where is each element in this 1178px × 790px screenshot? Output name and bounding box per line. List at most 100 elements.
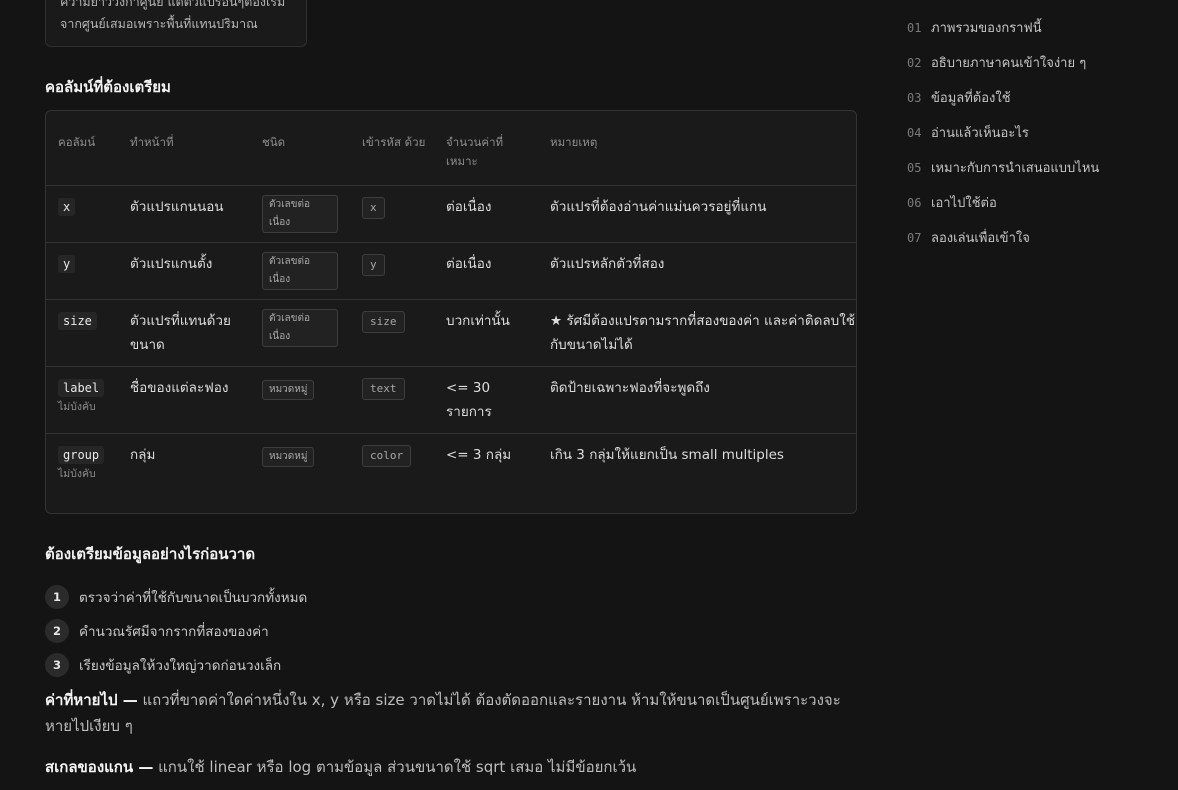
- table-row: group ไม่บังคับ กลุ่ม หมวดหมู่ color <= 3…: [46, 433, 856, 490]
- optional-label: ไม่บังคับ: [58, 467, 96, 480]
- toc-number: 03: [907, 90, 922, 105]
- step-number: 2: [45, 619, 69, 643]
- toc-number: 01: [907, 20, 922, 35]
- column-code: label: [58, 378, 105, 397]
- cell-type: หมวดหมู่: [250, 433, 350, 490]
- cell-encoding: text: [350, 366, 434, 434]
- cell-column: x: [46, 185, 118, 243]
- cell-encoding: x: [350, 185, 434, 243]
- cell-column: size: [46, 299, 118, 367]
- callout-box: ความยาววงกาศูนย์ แต่ตัวแปรอื่นๆต้องเริ่ม…: [45, 0, 307, 47]
- cell-column: label ไม่บังคับ: [46, 366, 118, 434]
- missing-values-text: แถวที่ขาดค่าใดค่าหนึ่งใน x, y หรือ size …: [45, 691, 841, 735]
- step-number: 3: [45, 653, 69, 677]
- prep-section-title: ต้องเตรียมข้อมูลอย่างไรก่อนวาด: [45, 545, 256, 563]
- columns-table: คอลัมน์ ทำหน้าที่ ชนิด เข้ารหัส ด้วย จำน…: [45, 110, 857, 514]
- step-text: เรียงข้อมูลให้วงใหญ่วาดก่อนวงเล็ก: [79, 658, 282, 674]
- cell-type: หมวดหมู่: [250, 366, 350, 434]
- cell-role: ชื่อของแต่ละฟอง: [118, 366, 250, 434]
- toc-item-usecases[interactable]: 05 เหมาะกับการนำเสนอแบบไหน: [907, 150, 1147, 185]
- toc-number: 06: [907, 195, 922, 210]
- cell-type: ตัวเลขต่อเนื่อง: [250, 185, 350, 243]
- toc-label: เอาไปใช้ต่อ: [931, 196, 997, 211]
- header-encoding: เข้ารหัส ด้วย: [350, 111, 434, 186]
- toc-label: ภาพรวมของกราฟนี้: [931, 21, 1042, 36]
- encoding-tag: color: [362, 444, 412, 467]
- missing-values-paragraph: ค่าที่หายไป — แถวที่ขาดค่าใดค่าหนึ่งใน x…: [45, 687, 860, 739]
- toc-number: 04: [907, 125, 922, 140]
- step-number: 1: [45, 585, 69, 609]
- header-role: ทำหน้าที่: [118, 111, 250, 186]
- cell-role: ตัวแปรแกนนอน: [118, 185, 250, 243]
- encoding-tag: x: [362, 196, 385, 219]
- cell-note: เกิน 3 กลุ่มให้แยกเป็น small multiples: [550, 446, 784, 463]
- table-of-contents: 01 ภาพรวมของกราฟนี้ 02 อธิบายภาษาคนเข้าใจง…: [907, 10, 1147, 255]
- header-note: หมายเหตุ: [538, 111, 856, 186]
- header-count: จำนวนค่าที่ เหมาะ: [434, 111, 538, 186]
- table-row: size ตัวแปรที่แทนด้วยขนาด ตัวเลขต่อเนื่อ…: [46, 299, 856, 367]
- cell-role: ตัวแปรแกนตั้ง: [118, 242, 250, 300]
- missing-values-label: ค่าที่หายไป —: [45, 691, 138, 709]
- column-code: y: [58, 254, 76, 273]
- cell-role: กลุ่ม: [130, 446, 156, 463]
- cell-encoding: y: [350, 242, 434, 300]
- cell-note: ★ รัศมีต้องแปรตามรากที่สองของค่า และค่าต…: [538, 299, 856, 367]
- axis-scale-paragraph: สเกลของแกน — แกนใช้ linear หรือ log ตามข…: [45, 754, 860, 780]
- encoding-tag: y: [362, 253, 385, 276]
- type-tag: ตัวเลขต่อเนื่อง: [262, 308, 338, 347]
- header-column: คอลัมน์: [46, 111, 118, 186]
- list-item: 3 เรียงข้อมูลให้วงใหญ่วาดก่อนวงเล็ก: [45, 648, 545, 682]
- cell-encoding: size: [350, 299, 434, 367]
- header-type: ชนิด: [250, 111, 350, 186]
- axis-scale-text: แกนใช้ linear หรือ log ตามข้อมูล ส่วนขนา…: [153, 758, 637, 776]
- toc-item-explain[interactable]: 02 อธิบายภาษาคนเข้าใจง่าย ๆ: [907, 45, 1147, 80]
- toc-item-data[interactable]: 03 ข้อมูลที่ต้องใช้: [907, 80, 1147, 115]
- type-tag: ตัวเลขต่อเนื่อง: [262, 251, 338, 290]
- toc-item-reuse[interactable]: 06 เอาไปใช้ต่อ: [907, 185, 1147, 220]
- encoding-tag: text: [362, 377, 405, 400]
- columns-section-title: คอลัมน์ที่ต้องเตรียม: [45, 78, 171, 96]
- list-item: 2 คำนวณรัศมีจากรากที่สองของค่า: [45, 614, 545, 648]
- toc-label: อธิบายภาษาคนเข้าใจง่าย ๆ: [931, 56, 1087, 71]
- type-tag: ตัวเลขต่อเนื่อง: [262, 194, 338, 233]
- optional-label: ไม่บังคับ: [58, 400, 96, 413]
- toc-label: อ่านแล้วเห็นอะไร: [931, 126, 1029, 141]
- callout-line-1: ความยาววงกาศูนย์ แต่ตัวแปรอื่นๆต้องเริ่ม: [60, 0, 286, 9]
- toc-label: ข้อมูลที่ต้องใช้: [931, 91, 1011, 106]
- cell-column: group ไม่บังคับ: [46, 433, 118, 490]
- table-row: x ตัวแปรแกนนอน ตัวเลขต่อเนื่อง x ต่อเนื่…: [46, 185, 856, 243]
- encoding-tag: size: [362, 310, 405, 333]
- toc-number: 02: [907, 55, 922, 70]
- cell-type: ตัวเลขต่อเนื่อง: [250, 242, 350, 300]
- toc-item-playground[interactable]: 07 ลองเล่นเพื่อเข้าใจ: [907, 220, 1147, 255]
- cell-count: <= 30 รายการ: [434, 366, 538, 434]
- step-text: ตรวจว่าค่าที่ใช้กับขนาดเป็นบวกทั้งหมด: [79, 590, 308, 606]
- cell-role: ตัวแปรที่แทนด้วยขนาด: [118, 299, 250, 367]
- cell-note: ติดป้ายเฉพาะฟองที่จะพูดถึง: [538, 366, 856, 434]
- cell-count: ต่อเนื่อง: [434, 185, 538, 243]
- toc-label: เหมาะกับการนำเสนอแบบไหน: [931, 161, 1100, 176]
- cell-note: ตัวแปรที่ต้องอ่านค่าแม่นควรอยู่ที่แกน: [538, 185, 856, 243]
- type-tag: หมวดหมู่: [262, 446, 315, 467]
- axis-scale-label: สเกลของแกน —: [45, 758, 154, 776]
- cell-count: <= 3 กลุ่ม: [446, 446, 512, 463]
- column-code: size: [58, 311, 97, 330]
- cell-column: y: [46, 242, 118, 300]
- column-code: group: [58, 445, 105, 464]
- table-header-row: คอลัมน์ ทำหน้าที่ ชนิด เข้ารหัส ด้วย จำน…: [46, 111, 856, 186]
- cell-note: ตัวแปรหลักตัวที่สอง: [538, 242, 856, 300]
- list-item: 1 ตรวจว่าค่าที่ใช้กับขนาดเป็นบวกทั้งหมด: [45, 580, 545, 614]
- toc-label: ลองเล่นเพื่อเข้าใจ: [931, 231, 1030, 246]
- callout-line-2: จากศูนย์เสมอเพราะพื้นที่แทนปริมาณ: [60, 16, 258, 31]
- table-row: label ไม่บังคับ ชื่อของแต่ละฟอง หมวดหมู่ …: [46, 366, 856, 434]
- page: ความยาววงกาศูนย์ แต่ตัวแปรอื่นๆต้องเริ่ม…: [0, 0, 1178, 790]
- type-tag: หมวดหมู่: [262, 379, 315, 400]
- toc-item-overview[interactable]: 01 ภาพรวมของกราฟนี้: [907, 10, 1147, 45]
- column-code: x: [58, 197, 76, 216]
- toc-number: 05: [907, 160, 922, 175]
- cell-type: ตัวเลขต่อเนื่อง: [250, 299, 350, 367]
- cell-encoding: color: [350, 433, 434, 490]
- toc-number: 07: [907, 230, 922, 245]
- prep-steps-list: 1 ตรวจว่าค่าที่ใช้กับขนาดเป็นบวกทั้งหมด …: [45, 580, 545, 682]
- toc-item-reading[interactable]: 04 อ่านแล้วเห็นอะไร: [907, 115, 1147, 150]
